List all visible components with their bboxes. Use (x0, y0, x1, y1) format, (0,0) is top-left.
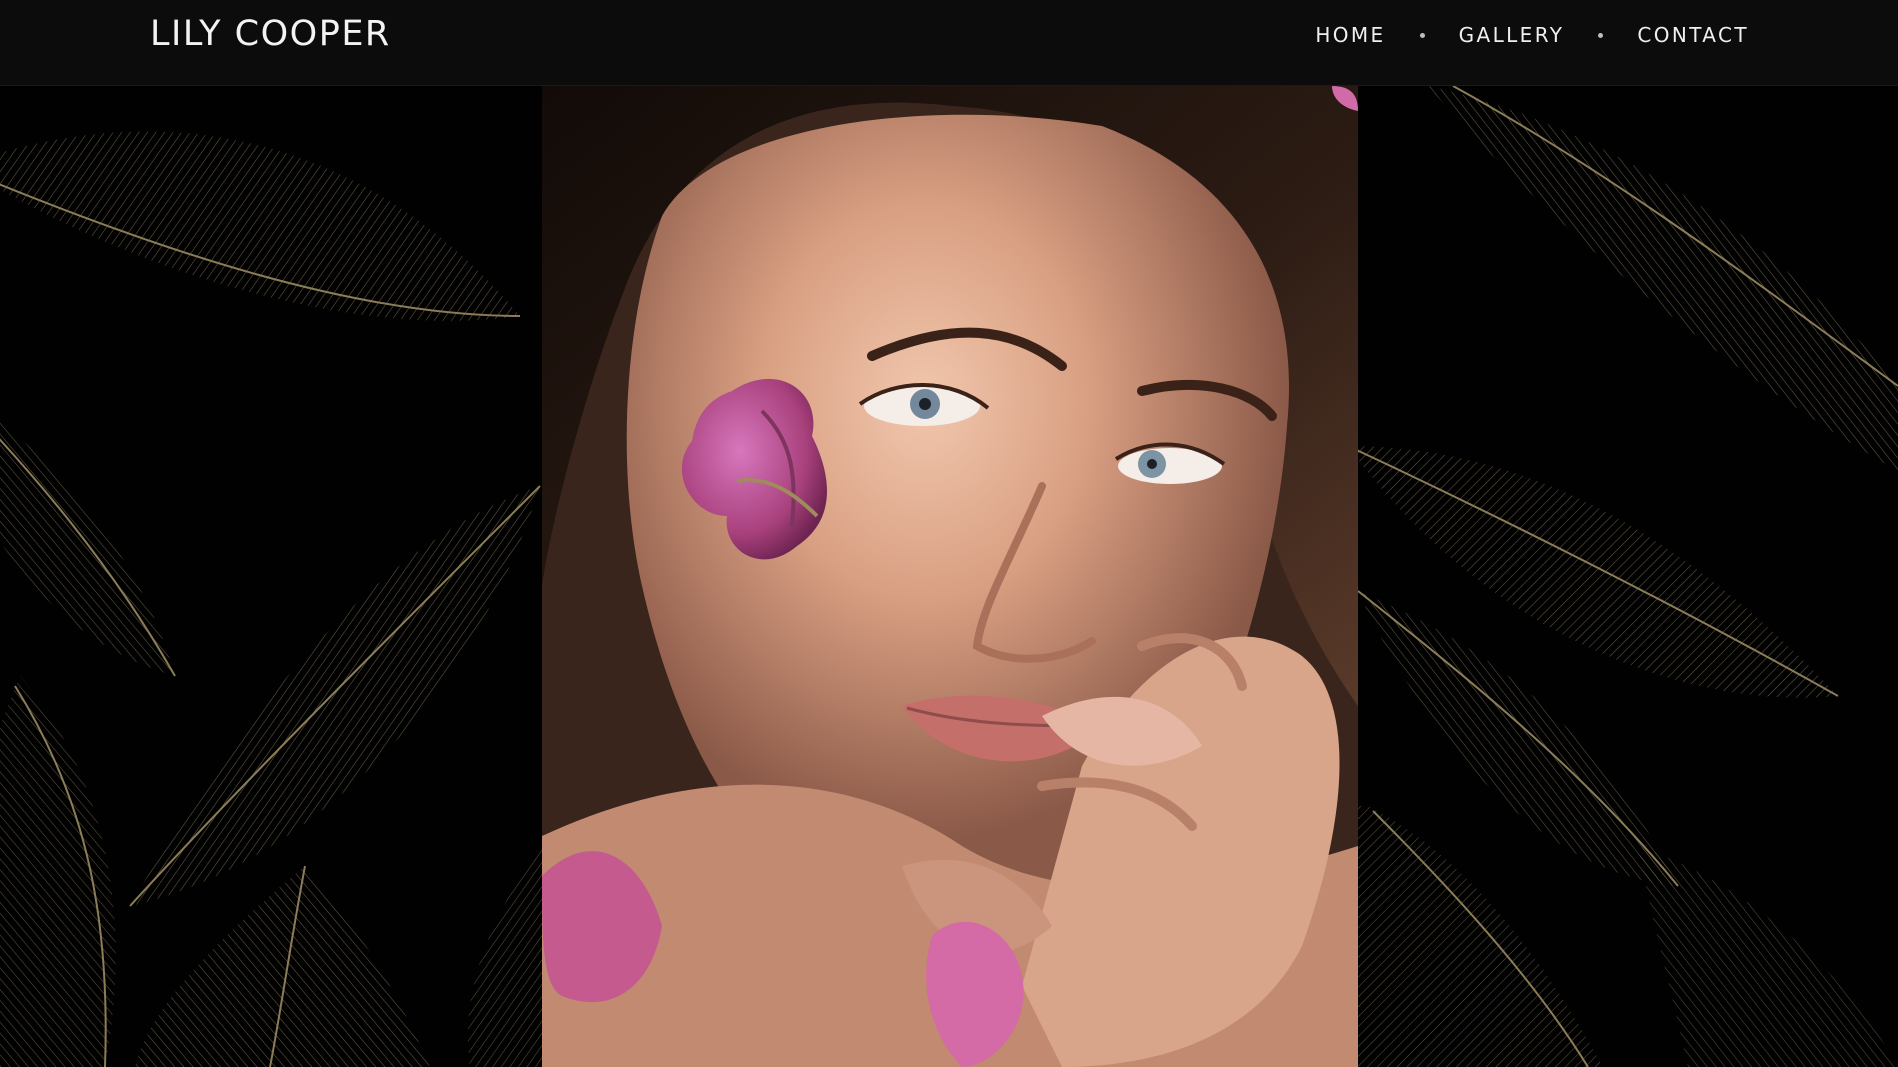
nav-home-link[interactable]: HOME (1315, 23, 1385, 47)
portfolio-page: LILY COOPER HOME GALLERY CONTACT (0, 0, 1898, 1067)
leaf-pattern-art (0, 86, 542, 1067)
main-navigation: HOME GALLERY CONTACT (1315, 21, 1749, 49)
right-leaf-pattern (1358, 86, 1898, 1067)
nav-separator-dot (1598, 32, 1604, 38)
hero-portrait (542, 86, 1358, 1067)
nav-gallery-link[interactable]: GALLERY (1459, 23, 1565, 47)
nav-separator-dot (1419, 32, 1425, 38)
site-header: LILY COOPER HOME GALLERY CONTACT (0, 0, 1898, 86)
nav-contact-link[interactable]: CONTACT (1637, 23, 1749, 47)
leaf-pattern-art (1358, 86, 1898, 1067)
left-leaf-pattern (0, 86, 542, 1067)
site-logo-text[interactable]: LILY COOPER (150, 14, 391, 54)
portrait-image (542, 86, 1358, 1067)
